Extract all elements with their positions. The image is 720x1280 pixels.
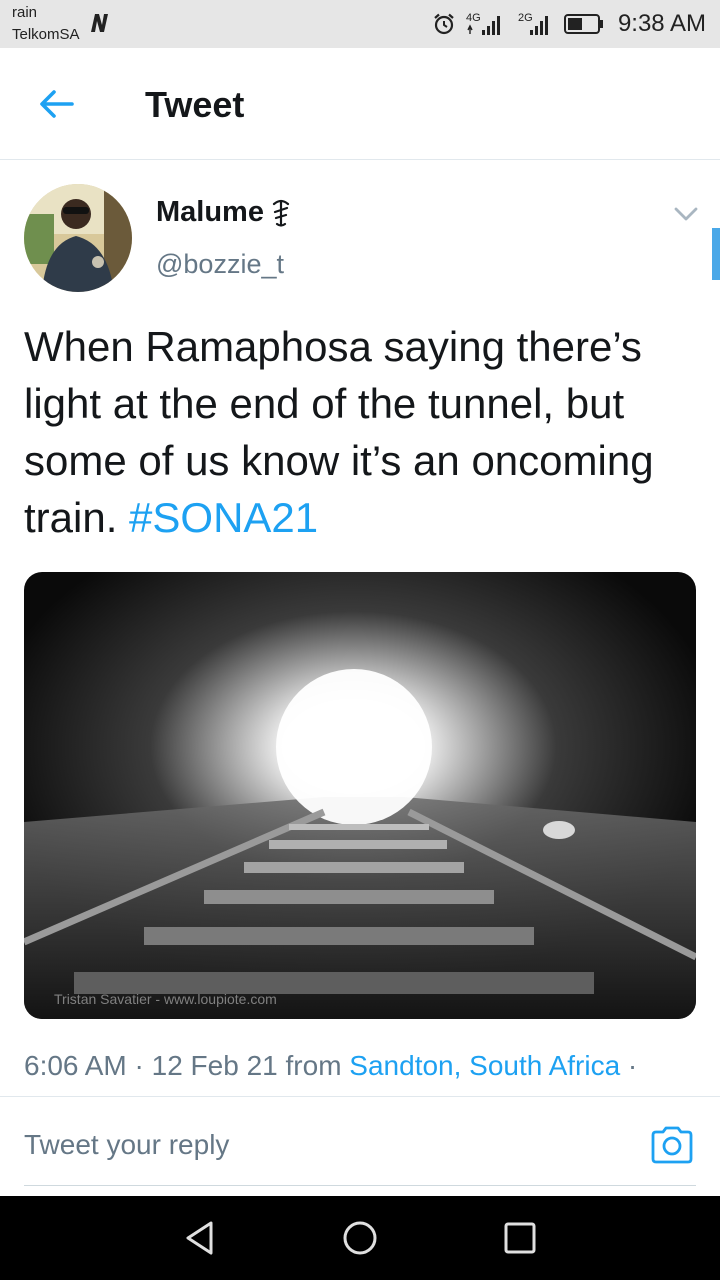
display-name[interactable]: Malume [156,196,292,229]
nfc-icon [91,14,108,32]
back-button[interactable] [30,82,82,126]
alarm-icon [434,13,454,35]
signal-4g-icon: 4G [466,12,500,35]
meta-from: from [277,1050,350,1081]
scroll-indicator[interactable] [712,228,720,280]
carrier-primary: rain [12,4,38,21]
tweet-date: 12 Feb 21 [151,1050,278,1081]
tweet-meta: 6:06 AM · 12 Feb 21 from Sandton, South … [24,1046,714,1094]
tweet-client-link[interactable]: Twitter for iPhone [24,1086,242,1094]
app-header: Tweet [0,48,720,160]
status-icons: 4G 2G 9:38 AM [432,8,706,40]
user-handle[interactable]: @bozzie_t [156,249,284,280]
display-name-text: Malume [156,196,264,228]
chevron-down-icon[interactable] [670,198,702,230]
reply-bar: Tweet your reply [0,1096,720,1196]
carrier-secondary: TelkomSA [12,26,80,43]
name-emblem-icon [272,199,290,227]
image-watermark: Tristan Savatier - www.loupiote.com [54,991,277,1007]
hashtag-link[interactable]: #SONA21 [129,494,318,541]
triangle-back-icon[interactable] [180,1218,220,1258]
network-2g-label: 2G [518,12,533,24]
reply-input[interactable]: Tweet your reply [24,1129,229,1161]
avatar[interactable] [24,184,132,292]
arrow-left-icon [40,90,74,118]
square-recents-icon[interactable] [500,1218,540,1258]
avatar-image [24,184,132,292]
meta-trailing-separator: · [620,1050,638,1081]
tunnel-image: Tristan Savatier - www.loupiote.com [24,572,696,1019]
meta-separator: · [126,1050,152,1081]
status-bar: rain TelkomSA 4G 2G 9:38 AM [0,0,720,48]
reply-divider [24,1185,696,1186]
system-nav-bar [0,1196,720,1280]
camera-icon[interactable] [650,1125,694,1165]
signal-2g-icon: 2G [518,12,548,35]
tweet-image[interactable]: Tristan Savatier - www.loupiote.com [24,572,696,1019]
status-time: 9:38 AM [617,10,706,37]
tweet-location-link[interactable]: Sandton, South Africa [349,1050,620,1081]
tweet-time: 6:06 AM [24,1050,127,1081]
tweet-text: When Ramaphosa saying there’s light at t… [24,318,704,546]
tweet-body: When Ramaphosa saying there’s light at t… [24,323,654,541]
page-title: Tweet [145,84,245,125]
network-4g-label: 4G [466,12,481,24]
circle-home-icon[interactable] [340,1218,380,1258]
battery-icon [563,14,603,34]
